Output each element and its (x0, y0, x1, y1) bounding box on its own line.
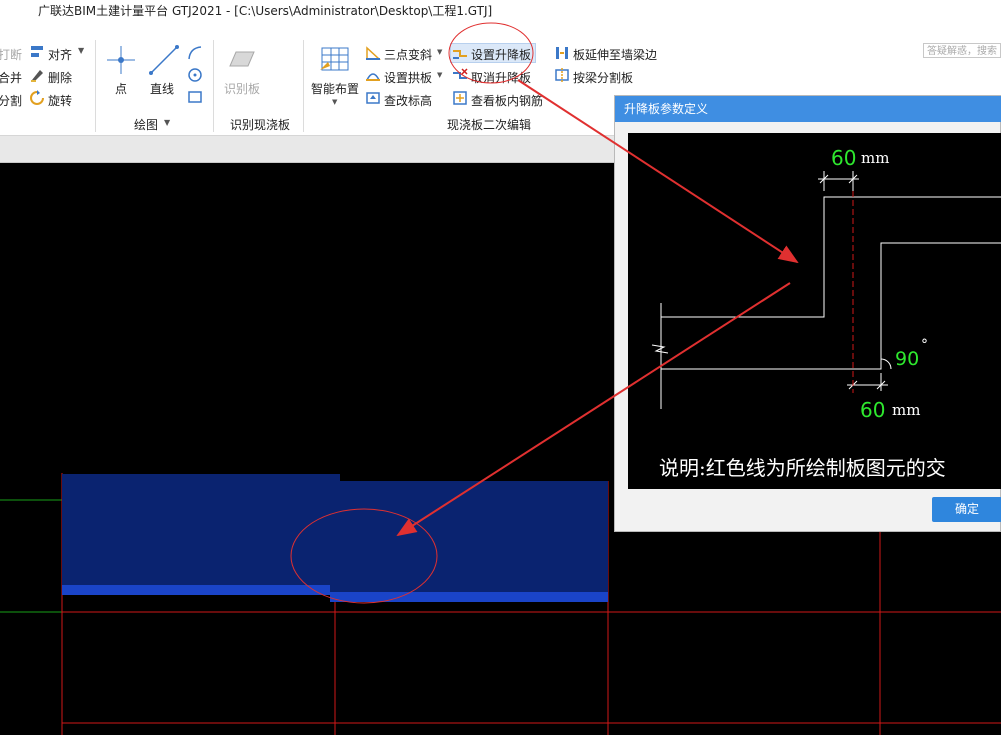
arrow-to-diagram (517, 79, 799, 264)
arrow-to-slab (396, 282, 791, 537)
highlight-circle-ribbon (448, 22, 534, 84)
annotation-overlay (396, 22, 799, 537)
